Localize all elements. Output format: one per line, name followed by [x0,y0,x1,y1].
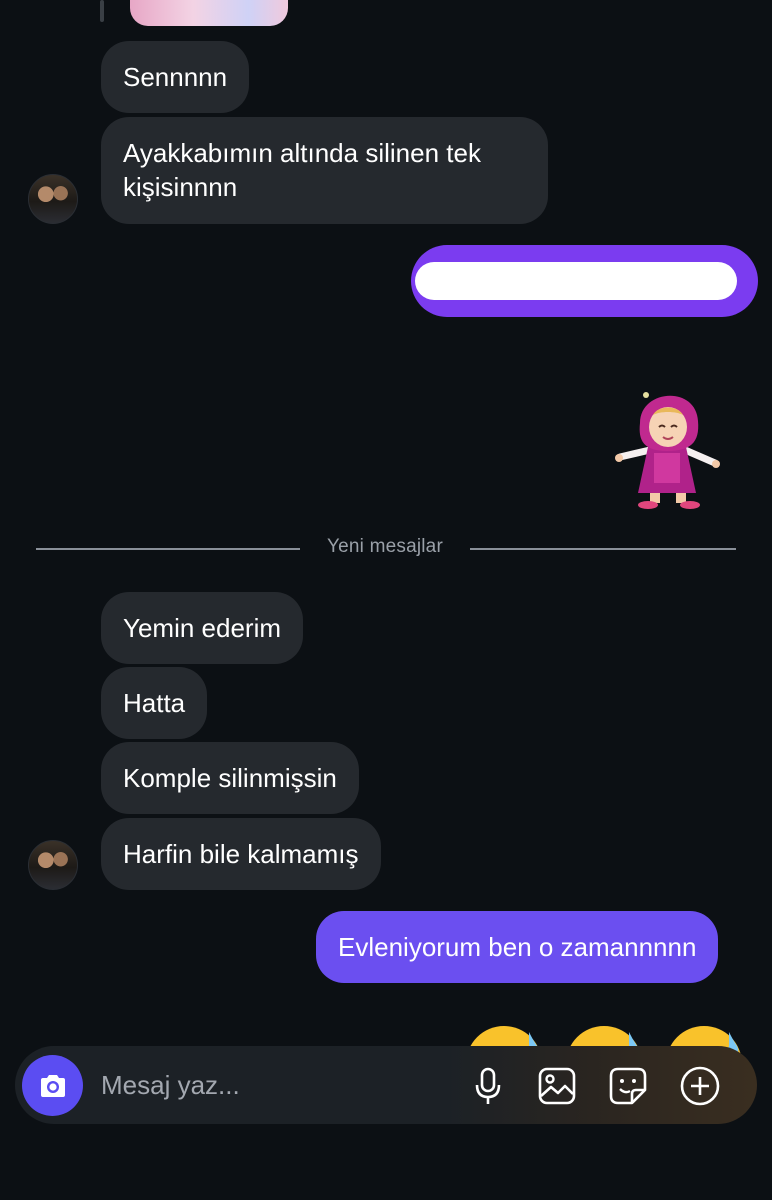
message-bubble-received[interactable]: Ayakkabımın altında silinen tek kişisinn… [101,117,548,224]
message-text: Yemin ederim [123,613,282,643]
message-bubble-received[interactable]: Hatta [101,667,208,739]
camera-icon [38,1073,68,1099]
sticker-masha[interactable] [610,375,725,510]
camera-button[interactable] [22,1055,83,1116]
message-bubble-received[interactable]: Komple silinmişsin [101,742,359,814]
sticker-icon[interactable] [606,1064,650,1108]
microphone-icon[interactable] [466,1064,510,1108]
message-text: Sennnnn [123,62,228,92]
divider-line-left [36,548,300,550]
message-text: Harfin bile kalmamış [123,839,359,869]
message-bubble-sent[interactable]: Evleniyorum ben o zamannnnn [316,911,719,983]
media-thumbnail[interactable] [130,0,288,26]
add-icon[interactable] [678,1064,722,1108]
divider-line-right [470,548,736,550]
redaction-mark [415,262,737,300]
message-text: Hatta [123,688,186,718]
message-bubble-received[interactable]: Harfin bile kalmamış [101,818,381,890]
new-messages-label: Yeni mesajlar [327,536,443,557]
message-input[interactable]: Mesaj yaz... [101,1070,240,1101]
message-text: Evleniyorum ben o zamannnnn [338,932,697,962]
avatar[interactable] [28,840,78,890]
message-bubble-received[interactable]: Yemin ederim [101,592,304,664]
message-text: Komple silinmişsin [123,763,337,793]
message-text: Ayakkabımın altında silinen tek kişisinn… [123,138,481,202]
gallery-icon[interactable] [535,1064,579,1108]
reply-indicator [100,0,104,22]
avatar[interactable] [28,174,78,224]
message-bubble-received[interactable]: Sennnnn [101,41,250,113]
